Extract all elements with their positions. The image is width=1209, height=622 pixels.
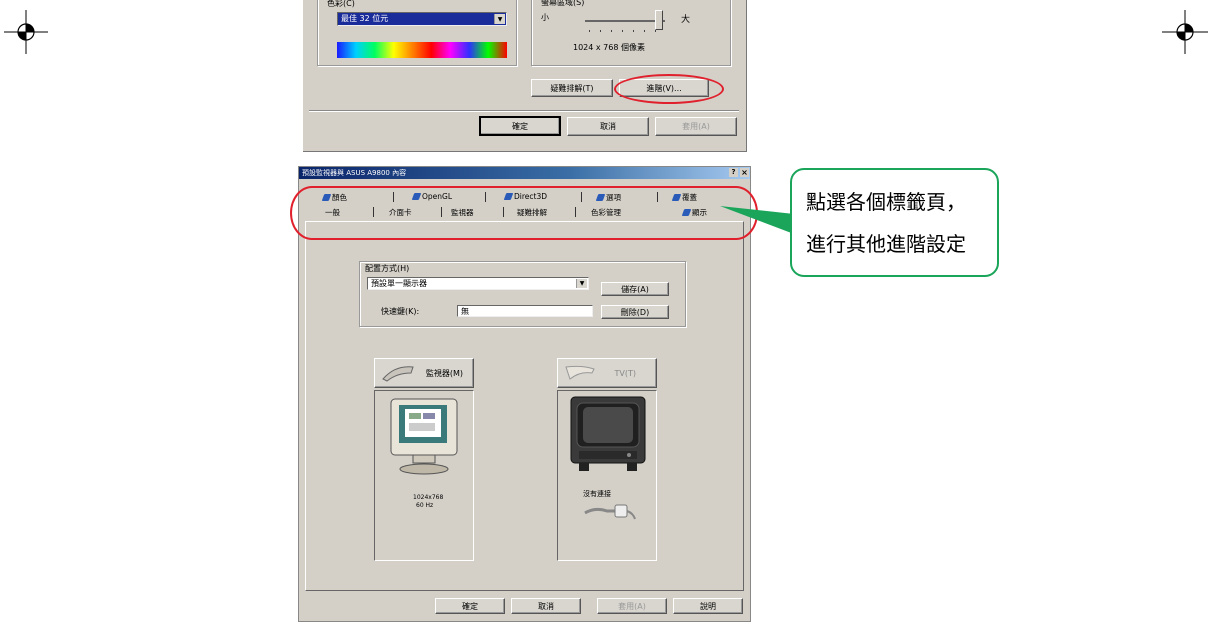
scheme-label: 配置方式(H) — [365, 264, 410, 273]
close-title-button[interactable]: × — [740, 168, 749, 177]
chevron-down-icon[interactable]: ▼ — [494, 14, 505, 24]
registration-mark-right — [1162, 10, 1208, 54]
slider-ticks — [589, 30, 659, 32]
window-title: 預設監視器與 ASUS A9800 內容 — [302, 169, 407, 177]
resolution-label: 螢幕區域(S) — [541, 0, 585, 8]
help-icon: ? — [731, 168, 736, 176]
tv-icon — [570, 396, 646, 471]
tv-button[interactable]: TV(T) — [557, 358, 657, 388]
hotkey-value: 無 — [461, 307, 469, 316]
delete-scheme-button[interactable]: 刪除(D) — [601, 305, 669, 319]
monitor-button[interactable]: 監視器(M) — [374, 358, 474, 388]
monitor-icon — [390, 398, 458, 475]
tv-cable-icon — [584, 504, 636, 520]
monitor-info-resolution: 1024x768 — [413, 494, 444, 501]
hotkey-label: 快速鍵(K): — [381, 307, 420, 316]
top-apply-button[interactable]: 套用(A) — [655, 117, 737, 136]
registration-mark-left — [4, 10, 48, 54]
monitor-toggle-icon — [382, 366, 414, 382]
slider-min-label: 小 — [541, 13, 549, 22]
color-select-value: 最佳 32 位元 — [341, 14, 389, 23]
color-label: 色彩(C) — [327, 0, 355, 9]
resolution-value: 1024 x 768 個像素 — [573, 43, 645, 52]
monitor-info-refresh: 60 Hz — [416, 502, 434, 509]
chevron-down-icon[interactable]: ▼ — [576, 279, 587, 288]
save-scheme-button[interactable]: 儲存(A) — [601, 282, 669, 296]
color-spectrum-bar — [337, 42, 507, 58]
divider — [309, 110, 739, 112]
callout-line-2: 進行其他進階設定 — [806, 232, 966, 256]
color-select[interactable]: 最佳 32 位元 ▼ — [337, 12, 507, 26]
scheme-select[interactable]: 預設單一顯示器 ▼ — [367, 277, 589, 290]
help-button[interactable]: 說明 — [673, 598, 743, 614]
advanced-highlight-ellipse — [614, 74, 724, 104]
apply-button[interactable]: 套用(A) — [597, 598, 667, 614]
callout-pointer — [720, 206, 794, 234]
tabs-highlight-ellipse — [290, 186, 758, 240]
troubleshoot-button[interactable]: 疑難排解(T) — [531, 79, 613, 97]
resolution-slider-thumb[interactable] — [655, 10, 663, 30]
callout-line-1: 點選各個標籤頁， — [806, 190, 966, 214]
help-title-button[interactable]: ? — [729, 168, 738, 177]
cancel-button[interactable]: 取消 — [511, 598, 581, 614]
scheme-select-value: 預設單一顯示器 — [371, 279, 427, 288]
slider-max-label: 大 — [681, 15, 691, 25]
close-icon: × — [741, 168, 748, 177]
callout-box: 點選各個標籤頁， 進行其他進階設定 — [790, 168, 999, 277]
tv-status: 沒有連接 — [583, 490, 611, 498]
resolution-slider-track[interactable] — [585, 20, 665, 22]
title-bar: 預設監視器與 ASUS A9800 內容 ? × — [299, 167, 750, 179]
tv-toggle-icon — [565, 365, 595, 380]
resolution-groupbox — [531, 0, 731, 66]
ok-button[interactable]: 確定 — [435, 598, 505, 614]
monitor-button-label: 監視器(M) — [425, 368, 463, 378]
tv-button-label: TV(T) — [614, 368, 637, 378]
top-cancel-button[interactable]: 取消 — [567, 117, 649, 136]
hotkey-field[interactable]: 無 — [457, 305, 593, 317]
top-ok-button[interactable]: 確定 — [479, 116, 561, 136]
